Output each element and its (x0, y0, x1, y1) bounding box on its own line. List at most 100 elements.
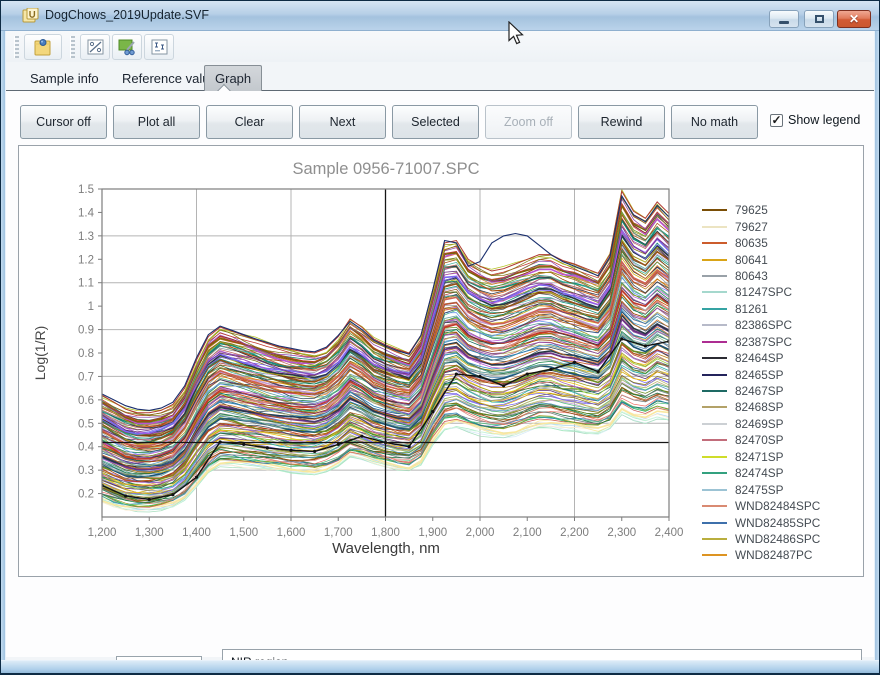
y-tick-label: 0.7 (78, 371, 94, 383)
toolbar-grip[interactable] (14, 36, 19, 58)
graph-panel: Cursor off Plot all Clear Next Selected … (6, 91, 874, 657)
window-title: DogChows_2019Update.SVF (45, 8, 209, 22)
legend-swatch-line (702, 456, 727, 458)
legend-label: 80635 (735, 236, 768, 250)
toolbar-grip-2[interactable] (70, 36, 75, 58)
title-bar[interactable]: DogChows_2019Update.SVF ✕ (1, 1, 879, 31)
selected-sample-point (455, 372, 458, 375)
legend-item[interactable]: 80635 (702, 235, 860, 251)
selected-sample-point (171, 493, 174, 496)
legend-item[interactable]: 82475SP (702, 481, 860, 497)
tab-bar: Sample info Reference values Graph (6, 62, 874, 91)
legend-item[interactable]: WND82487PC (702, 547, 860, 563)
legend-item[interactable]: 81247SPC (702, 284, 860, 300)
x-tick-label: 1,600 (277, 527, 306, 539)
x-tick-label: 1,700 (324, 527, 353, 539)
legend-swatch-line (702, 472, 727, 474)
x-axis-label: Wavelength, nm (332, 540, 440, 557)
toolbar-button-fields[interactable] (144, 34, 174, 60)
legend-swatch-line (702, 538, 727, 540)
selected-sample-point (266, 446, 269, 449)
selected-sample-point (573, 361, 576, 364)
close-button[interactable]: ✕ (837, 10, 871, 28)
legend-item[interactable]: 82469SP (702, 416, 860, 432)
zoom-off-button[interactable]: Zoom off (485, 105, 572, 139)
legend-item[interactable]: 82471SP (702, 449, 860, 465)
window-frame-right (874, 31, 879, 660)
legend-label: 82386SPC (735, 318, 792, 332)
legend-swatch-line (702, 505, 727, 507)
legend-item[interactable]: 80641 (702, 251, 860, 267)
selected-sample-point (195, 476, 198, 479)
legend-item[interactable]: 82467SP (702, 383, 860, 399)
checkbox-checkmark-icon[interactable]: ✓ (770, 114, 783, 127)
x-tick-label: 2,100 (513, 527, 542, 539)
legend-label: 80643 (735, 269, 768, 283)
legend-label: 80641 (735, 253, 768, 267)
wavelength-input[interactable] (116, 656, 202, 660)
legend-label: WND82484SPC (735, 499, 820, 513)
legend-item[interactable]: 82464SP (702, 350, 860, 366)
legend-item[interactable]: 82465SP (702, 366, 860, 382)
toolbar (6, 31, 874, 62)
legend-label: 82469SP (735, 417, 784, 431)
selected-sample-point (478, 375, 481, 378)
show-legend-checkbox[interactable]: ✓ Show legend (770, 113, 860, 127)
legend-item[interactable]: 82468SP (702, 399, 860, 415)
legend-item[interactable]: 82470SP (702, 432, 860, 448)
y-tick-label: 1 (88, 301, 94, 313)
legend-item[interactable]: 82386SPC (702, 317, 860, 333)
x-tick-label: 2,300 (607, 527, 636, 539)
legend-swatch-line (702, 242, 727, 244)
toolbar-button-edit[interactable] (112, 34, 142, 60)
cursor-off-button[interactable]: Cursor off (20, 105, 107, 139)
close-icon: ✕ (849, 13, 859, 25)
tab-graph[interactable]: Graph (204, 65, 262, 91)
legend-swatch-line (702, 554, 727, 556)
legend-label: 82464SP (735, 351, 784, 365)
selected-sample-point (360, 435, 363, 438)
legend-swatch-line (702, 259, 727, 261)
plot-all-button[interactable]: Plot all (113, 105, 200, 139)
legend-item[interactable]: 80643 (702, 268, 860, 284)
legend-item[interactable]: WND82485SPC (702, 514, 860, 530)
plot-diagonal-icon (87, 39, 104, 55)
legend-item[interactable]: 79627 (702, 218, 860, 234)
legend-item[interactable]: WND82486SPC (702, 531, 860, 547)
legend-item[interactable]: 81261 (702, 301, 860, 317)
legend-item[interactable]: 82387SPC (702, 334, 860, 350)
legend-swatch-line (702, 439, 727, 441)
y-tick-label: 0.5 (78, 418, 94, 430)
legend-label: WND82487PC (735, 548, 812, 562)
no-math-button[interactable]: No math (671, 105, 758, 139)
legend-label: 82471SP (735, 450, 784, 464)
toolbar-button-plot[interactable] (80, 34, 110, 60)
text-fields-icon (151, 39, 168, 55)
y-tick-label: 0.2 (78, 489, 94, 501)
clear-button[interactable]: Clear (206, 105, 293, 139)
y-tick-label: 1.1 (78, 278, 94, 290)
legend-label: 82475SP (735, 483, 784, 497)
legend-item[interactable]: 79625 (702, 202, 860, 218)
selected-button[interactable]: Selected (392, 105, 479, 139)
legend-item[interactable]: 82474SP (702, 465, 860, 481)
toolbar-button-notes[interactable] (24, 34, 62, 60)
window-frame-bottom (1, 660, 879, 673)
tab-sample-info[interactable]: Sample info (20, 65, 109, 91)
maximize-button[interactable] (804, 10, 834, 28)
legend-swatch-line (702, 308, 727, 310)
legend-item[interactable]: WND82484SPC (702, 498, 860, 514)
selected-sample-point (242, 443, 245, 446)
legend-label: 81247SPC (735, 285, 792, 299)
legend-swatch-line (702, 226, 727, 228)
selected-sample-point (644, 344, 647, 347)
next-button[interactable]: Next (299, 105, 386, 139)
rewind-button[interactable]: Rewind (578, 105, 665, 139)
region-notes-textarea[interactable]: NIR region Absorption by stretching - be… (222, 649, 862, 660)
legend-swatch-line (702, 390, 727, 392)
legend-label: 79627 (735, 220, 768, 234)
minimize-button[interactable] (769, 10, 799, 28)
selected-sample-point (148, 498, 151, 501)
legend-swatch-line (702, 275, 727, 277)
legend-label: 82470SP (735, 433, 784, 447)
